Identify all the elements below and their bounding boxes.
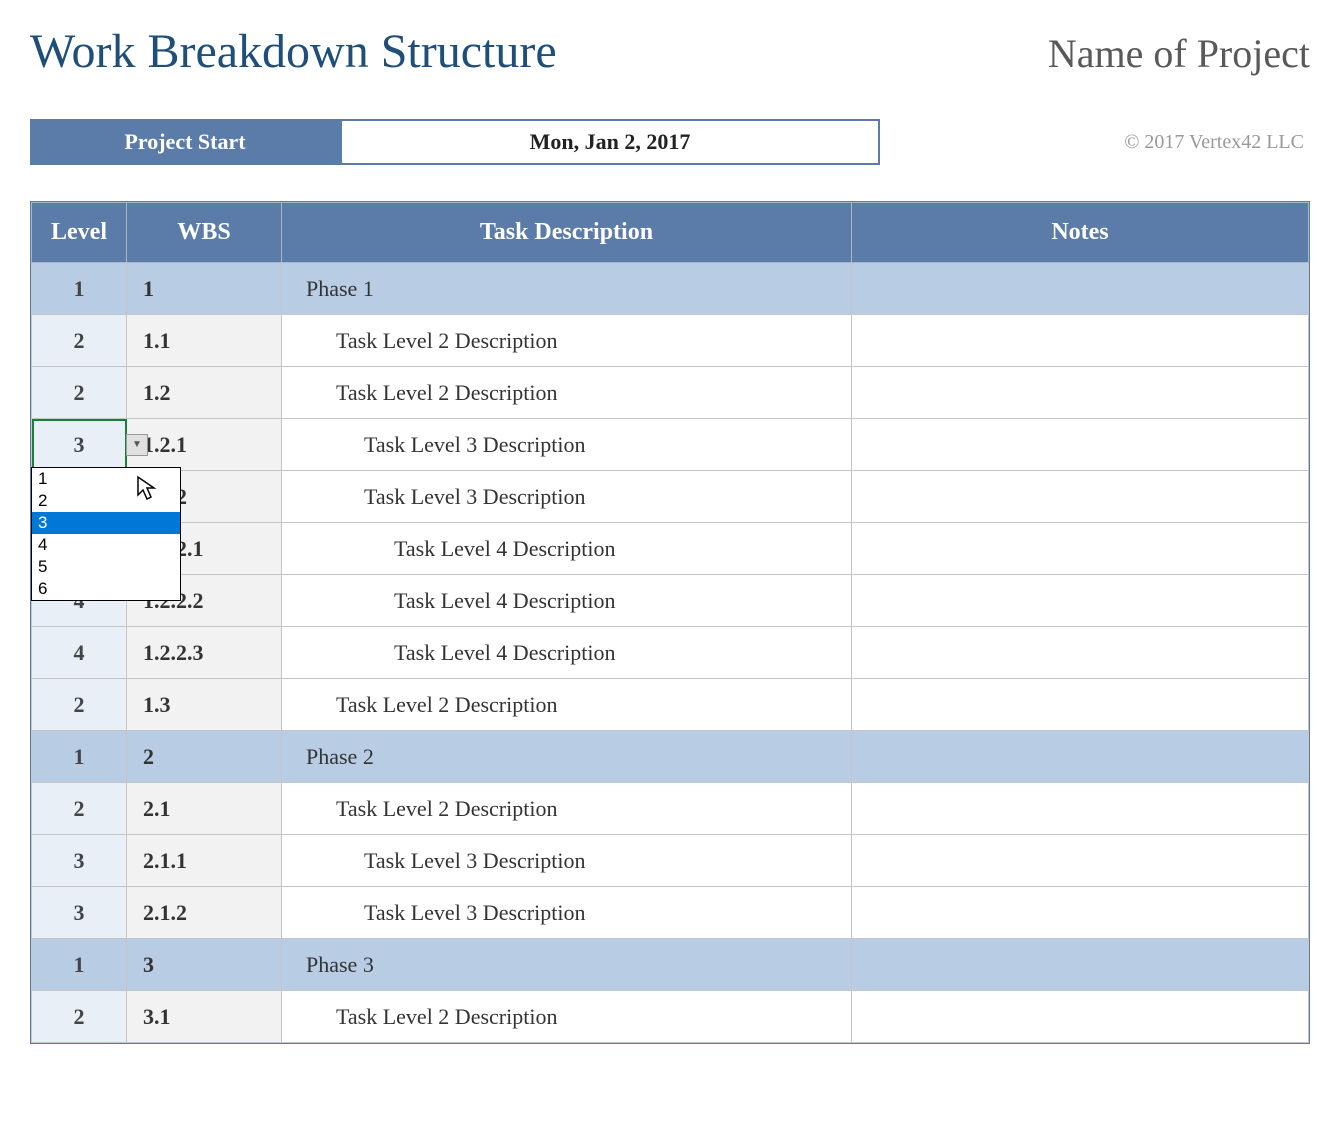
description-cell[interactable]: Task Level 2 Description [282, 315, 852, 367]
level-cell[interactable]: 4 [32, 627, 127, 679]
col-header-notes: Notes [852, 203, 1309, 263]
copyright-text: © 2017 Vertex42 LLC [1124, 131, 1310, 154]
project-start-row: Project Start Mon, Jan 2, 2017 © 2017 Ve… [30, 119, 1310, 165]
chevron-down-icon: ▼ [132, 439, 142, 450]
description-cell[interactable]: Task Level 2 Description [282, 783, 852, 835]
wbs-cell[interactable]: 2 [127, 731, 282, 783]
notes-cell[interactable] [852, 419, 1309, 471]
wbs-cell[interactable]: 2.1.1 [127, 835, 282, 887]
col-header-desc: Task Description [282, 203, 852, 263]
col-header-level: Level [32, 203, 127, 263]
description-cell[interactable]: Task Level 4 Description [282, 575, 852, 627]
table-row: 11Phase 1 [32, 263, 1309, 315]
dropdown-toggle[interactable]: ▼ [126, 434, 148, 456]
wbs-cell[interactable]: 3 [127, 939, 282, 991]
table-row: 41.2.2.1Task Level 4 Description [32, 523, 1309, 575]
table-row: 32.1.2Task Level 3 Description [32, 887, 1309, 939]
description-cell[interactable]: Task Level 3 Description [282, 471, 852, 523]
level-cell[interactable]: 3▼123456 [32, 419, 127, 471]
notes-cell[interactable] [852, 679, 1309, 731]
table-header-row: Level WBS Task Description Notes [32, 203, 1309, 263]
wbs-cell[interactable]: 1.2.2.3 [127, 627, 282, 679]
notes-cell[interactable] [852, 575, 1309, 627]
notes-cell[interactable] [852, 471, 1309, 523]
table-row: 41.2.2.3Task Level 4 Description [32, 627, 1309, 679]
table-row: 22.1Task Level 2 Description [32, 783, 1309, 835]
dropdown-item[interactable]: 3 [32, 512, 180, 534]
table-row: 13Phase 3 [32, 939, 1309, 991]
level-cell[interactable]: 3 [32, 887, 127, 939]
project-name: Name of Project [1048, 30, 1310, 77]
description-cell[interactable]: Phase 3 [282, 939, 852, 991]
wbs-cell[interactable]: 1.1 [127, 315, 282, 367]
dropdown-item[interactable]: 1 [32, 468, 180, 490]
notes-cell[interactable] [852, 991, 1309, 1043]
level-cell[interactable]: 2 [32, 783, 127, 835]
description-cell[interactable]: Phase 2 [282, 731, 852, 783]
header: Work Breakdown Structure Name of Project [30, 24, 1310, 79]
table-row: 21.2Task Level 2 Description [32, 367, 1309, 419]
wbs-cell[interactable]: 1.2.1 [127, 419, 282, 471]
description-cell[interactable]: Task Level 2 Description [282, 367, 852, 419]
level-cell[interactable]: 2 [32, 991, 127, 1043]
wbs-cell[interactable]: 3.1 [127, 991, 282, 1043]
description-cell[interactable]: Task Level 4 Description [282, 627, 852, 679]
notes-cell[interactable] [852, 627, 1309, 679]
description-cell[interactable]: Task Level 2 Description [282, 991, 852, 1043]
project-start-label: Project Start [30, 119, 340, 165]
wbs-table-wrap: Level WBS Task Description Notes 11Phase… [30, 201, 1310, 1044]
level-cell[interactable]: 1 [32, 731, 127, 783]
wbs-cell[interactable]: 2.1 [127, 783, 282, 835]
dropdown-list: 123456 [31, 467, 181, 601]
table-row: 3▼1234561.2.1Task Level 3 Description [32, 419, 1309, 471]
page-title: Work Breakdown Structure [30, 24, 557, 79]
level-cell[interactable]: 1 [32, 263, 127, 315]
dropdown-item[interactable]: 5 [32, 556, 180, 578]
wbs-cell[interactable]: 2.1.2 [127, 887, 282, 939]
description-cell[interactable]: Task Level 2 Description [282, 679, 852, 731]
dropdown-item[interactable]: 2 [32, 490, 180, 512]
description-cell[interactable]: Task Level 3 Description [282, 887, 852, 939]
notes-cell[interactable] [852, 263, 1309, 315]
notes-cell[interactable] [852, 887, 1309, 939]
table-row: 21.3Task Level 2 Description [32, 679, 1309, 731]
dropdown-item[interactable]: 4 [32, 534, 180, 556]
wbs-table: Level WBS Task Description Notes 11Phase… [31, 202, 1309, 1043]
notes-cell[interactable] [852, 315, 1309, 367]
level-cell[interactable]: 2 [32, 679, 127, 731]
table-row: 41.2.2.2Task Level 4 Description [32, 575, 1309, 627]
table-row: 23.1Task Level 2 Description [32, 991, 1309, 1043]
table-row: 21.1Task Level 2 Description [32, 315, 1309, 367]
notes-cell[interactable] [852, 835, 1309, 887]
level-cell[interactable]: 1 [32, 939, 127, 991]
notes-cell[interactable] [852, 939, 1309, 991]
notes-cell[interactable] [852, 367, 1309, 419]
description-cell[interactable]: Task Level 3 Description [282, 835, 852, 887]
level-cell[interactable]: 2 [32, 315, 127, 367]
description-cell[interactable]: Task Level 4 Description [282, 523, 852, 575]
wbs-cell[interactable]: 1.2 [127, 367, 282, 419]
project-start-date[interactable]: Mon, Jan 2, 2017 [340, 119, 880, 165]
wbs-cell[interactable]: 1 [127, 263, 282, 315]
table-row: 12Phase 2 [32, 731, 1309, 783]
level-cell[interactable]: 3 [32, 835, 127, 887]
notes-cell[interactable] [852, 731, 1309, 783]
table-row: 32.1.1Task Level 3 Description [32, 835, 1309, 887]
wbs-cell[interactable]: 1.3 [127, 679, 282, 731]
col-header-wbs: WBS [127, 203, 282, 263]
table-row: 31.2.2Task Level 3 Description [32, 471, 1309, 523]
level-cell[interactable]: 2 [32, 367, 127, 419]
description-cell[interactable]: Task Level 3 Description [282, 419, 852, 471]
dropdown-item[interactable]: 6 [32, 578, 180, 600]
notes-cell[interactable] [852, 783, 1309, 835]
notes-cell[interactable] [852, 523, 1309, 575]
description-cell[interactable]: Phase 1 [282, 263, 852, 315]
